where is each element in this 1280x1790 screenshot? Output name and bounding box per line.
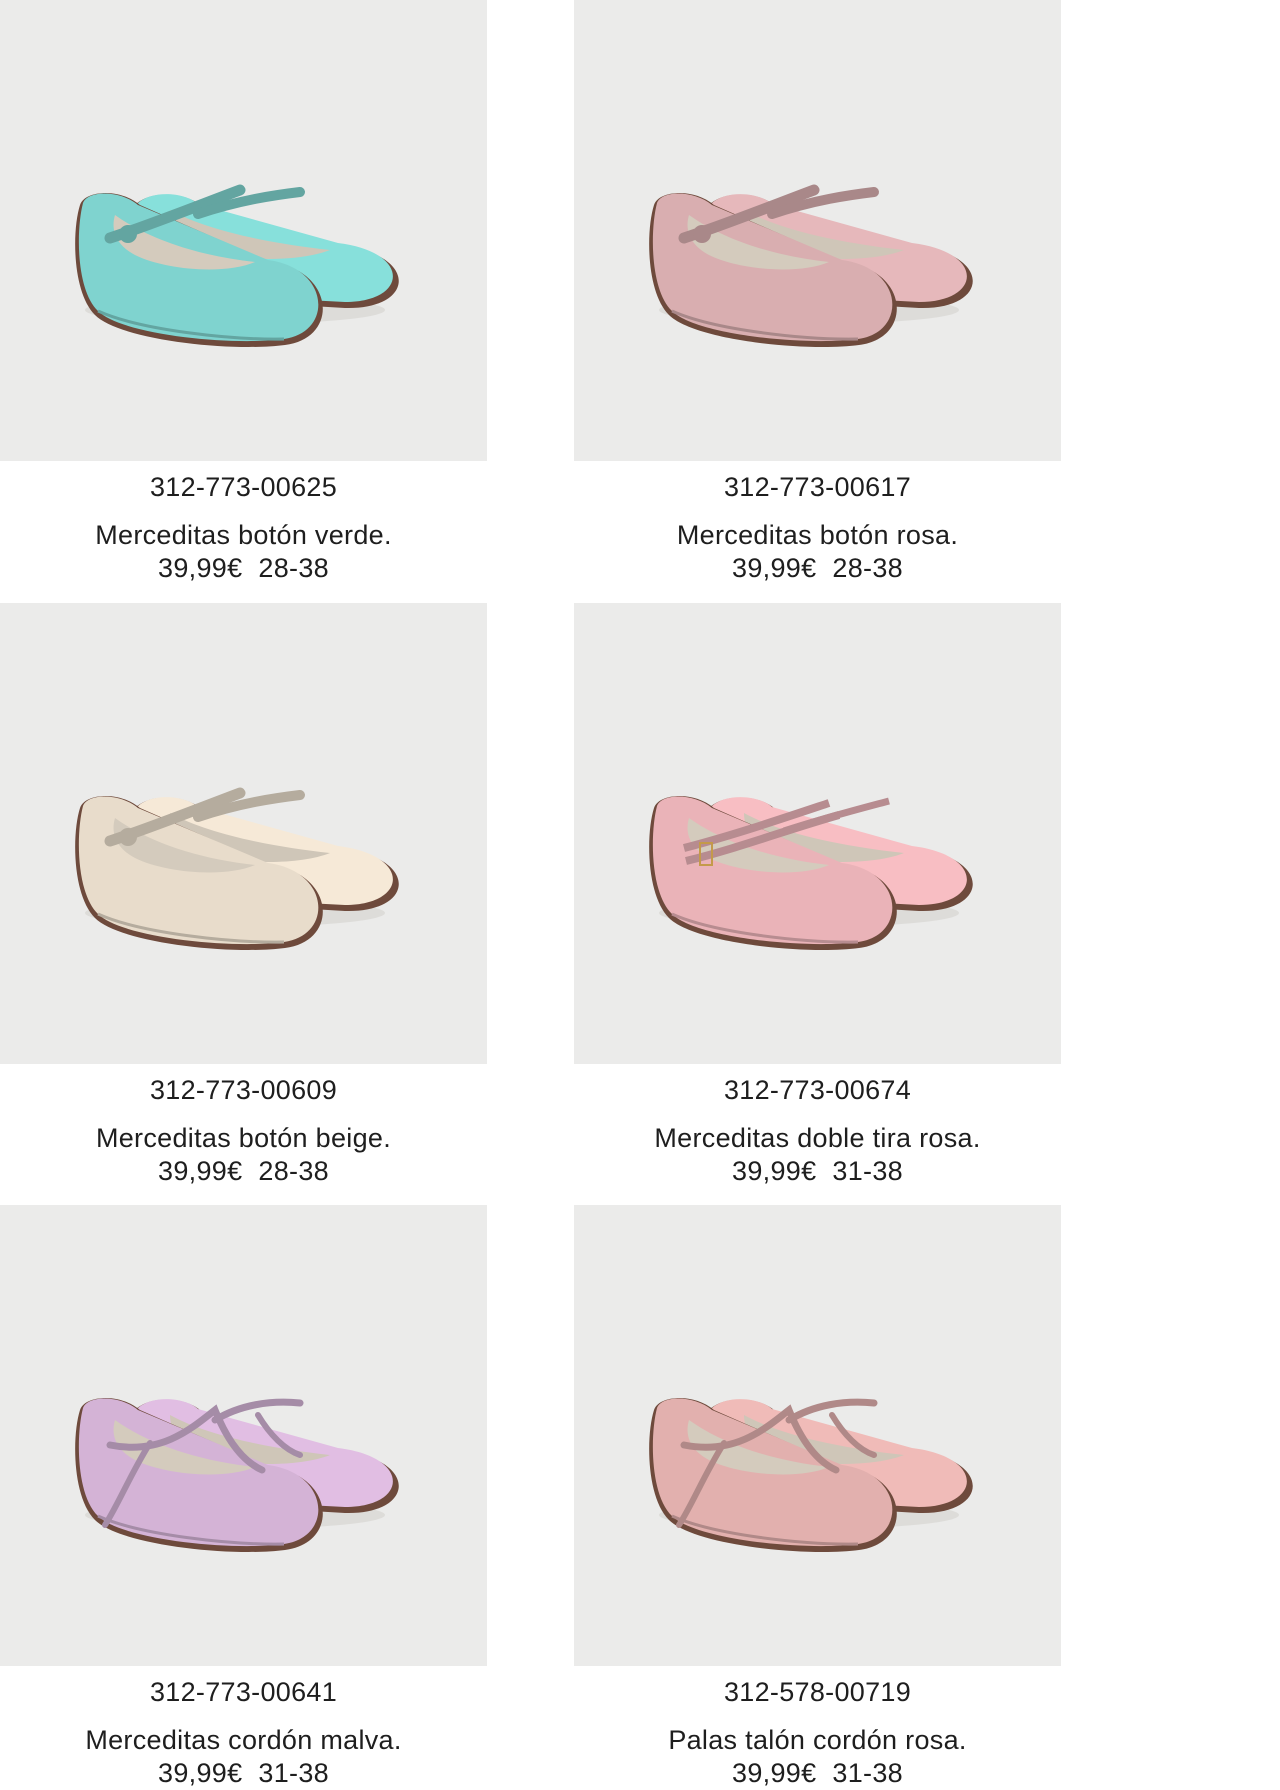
product-price: 39,99€ — [732, 1156, 817, 1186]
product-meta: 39,99€ 31-38 — [574, 1757, 1061, 1790]
product-photo[interactable] — [0, 603, 487, 1064]
shoe-image — [649, 1397, 973, 1552]
shoe-image — [649, 184, 973, 347]
product-sizes: 31-38 — [832, 1156, 903, 1186]
product-photo[interactable] — [574, 603, 1061, 1064]
product-price: 39,99€ — [732, 1758, 817, 1788]
product-code: 312-773-00609 — [149, 1075, 338, 1105]
product-price: 39,99€ — [732, 553, 817, 583]
product-code: 312-773-00617 — [723, 472, 912, 502]
shoe-image — [75, 184, 399, 347]
shoe-image — [75, 787, 399, 950]
product-name: Merceditas cordón malva. — [85, 1725, 402, 1755]
product-name: Merceditas botón verde. — [95, 520, 392, 550]
product-card[interactable]: 312-773-00625 Merceditas botón verde. 39… — [0, 0, 487, 585]
product-price: 39,99€ — [158, 1758, 243, 1788]
product-name: Palas talón cordón rosa. — [668, 1725, 967, 1755]
product-name: Merceditas botón beige. — [95, 1123, 392, 1153]
product-card[interactable]: 312-773-00674 Merceditas doble tira rosa… — [574, 603, 1061, 1188]
shoe-image — [649, 795, 973, 950]
product-card[interactable]: 312-773-00617 Merceditas botón rosa. 39,… — [574, 0, 1061, 585]
product-price: 39,99€ — [158, 1156, 243, 1186]
product-photo[interactable] — [574, 1205, 1061, 1666]
product-name: Merceditas botón rosa. — [676, 520, 959, 550]
product-price: 39,99€ — [158, 553, 243, 583]
product-card[interactable]: 312-773-00641 Merceditas cordón malva. 3… — [0, 1205, 487, 1790]
product-meta: 39,99€ 31-38 — [574, 1155, 1061, 1188]
product-photo[interactable] — [0, 1205, 487, 1666]
product-code: 312-773-00625 — [149, 472, 338, 502]
product-sizes: 28-38 — [832, 553, 903, 583]
product-card[interactable]: 312-773-00609 Merceditas botón beige. 39… — [0, 603, 487, 1188]
product-name: Merceditas doble tira rosa. — [654, 1123, 981, 1153]
product-sizes: 31-38 — [258, 1758, 329, 1788]
product-sizes: 28-38 — [258, 1156, 329, 1186]
product-code: 312-773-00674 — [723, 1075, 912, 1105]
product-meta: 39,99€ 28-38 — [0, 552, 487, 585]
product-meta: 39,99€ 28-38 — [0, 1155, 487, 1188]
product-code: 312-578-00719 — [723, 1677, 912, 1707]
product-sizes: 28-38 — [258, 553, 329, 583]
product-meta: 39,99€ 28-38 — [574, 552, 1061, 585]
product-card[interactable]: 312-578-00719 Palas talón cordón rosa. 3… — [574, 1205, 1061, 1790]
shoe-image — [75, 1397, 399, 1552]
product-photo[interactable] — [0, 0, 487, 461]
product-code: 312-773-00641 — [149, 1677, 338, 1707]
product-sizes: 31-38 — [832, 1758, 903, 1788]
product-meta: 39,99€ 31-38 — [0, 1757, 487, 1790]
product-photo[interactable] — [574, 0, 1061, 461]
